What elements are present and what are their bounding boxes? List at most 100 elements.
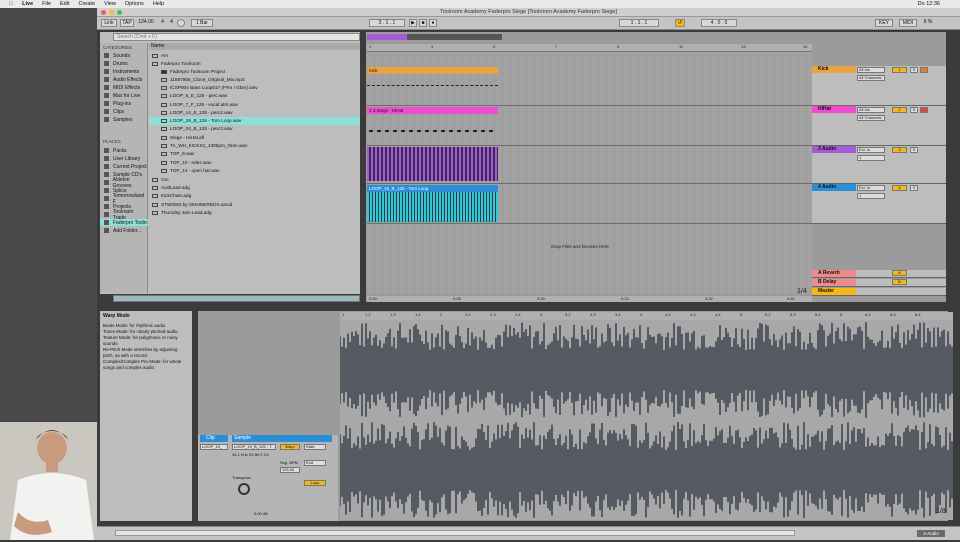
track-header-4-audio[interactable]: 4 Audio Ext. In 1 4 S xyxy=(812,184,946,224)
sample-panel-title[interactable]: Sample xyxy=(232,435,332,442)
browser-search-input[interactable]: Search (Cmd + F) xyxy=(113,33,360,41)
sidebar-item-audio-effects[interactable]: Audio Effects xyxy=(104,76,142,83)
return-track-b[interactable]: B Delay B xyxy=(812,279,946,287)
solo-button[interactable]: S xyxy=(910,67,918,73)
sidebar-item-ableton-grooves[interactable]: Ableton Grooves xyxy=(104,177,147,189)
apple-icon[interactable]:  xyxy=(9,1,13,7)
loop-length[interactable]: 4 . 0 . 0 xyxy=(701,19,737,27)
sidebar-item-drums[interactable]: Drums xyxy=(104,60,128,67)
list-item[interactable]: Faderpro Toolroom xyxy=(149,60,360,68)
track-title[interactable]: 3 Audio xyxy=(812,146,856,153)
list-item[interactable]: LOOP_14_E_125 - perc2.wav xyxy=(149,109,360,117)
loop-button[interactable]: Loop xyxy=(304,480,326,486)
sidebar-item-max-for-live[interactable]: Max for Live xyxy=(104,92,140,99)
track-title[interactable]: 4 Audio xyxy=(812,184,856,191)
track-activator[interactable]: 3 xyxy=(892,147,907,153)
solo-button[interactable]: S xyxy=(910,185,918,191)
sidebar-item-faderpro-toolroom[interactable]: Faderpro Toolrc xyxy=(100,219,148,226)
sidebar-item-toolroom-trade[interactable]: Toolroom Trade xyxy=(104,209,147,221)
record-button[interactable]: ● xyxy=(429,19,437,27)
track-lane-3-audio[interactable] xyxy=(367,146,812,184)
stop-button[interactable]: ■ xyxy=(419,19,427,27)
track-activator[interactable]: 2 xyxy=(892,107,907,113)
solo-button[interactable]: S xyxy=(910,147,918,153)
return-track-a[interactable]: A Reverb A xyxy=(812,270,946,278)
time-ruler[interactable]: 0:00 0:08 0:16 0:24 0:32 0:40 xyxy=(367,296,812,302)
sidebar-item-current-project[interactable]: Current Project xyxy=(104,163,147,170)
seg-bpm-field[interactable]: 125.00 xyxy=(280,467,300,473)
track-header-hihat[interactable]: HiHat All Ins All Channels 2 S xyxy=(812,106,946,146)
clip-3-audio[interactable] xyxy=(367,147,498,181)
input-channel-select[interactable]: 1 xyxy=(857,193,885,199)
track-title[interactable]: Master xyxy=(812,288,856,295)
menu-view[interactable]: View xyxy=(104,1,116,7)
input-type-select[interactable]: Ext. In xyxy=(857,147,885,153)
loop-start[interactable]: 1 . 1 . 1 xyxy=(619,19,659,27)
loop-switch-icon[interactable]: ↺ xyxy=(675,19,685,27)
transpose-knob[interactable] xyxy=(238,483,250,495)
list-item[interactable]: ICSP004 Bass Loop017 (F#m / Gbm).wav xyxy=(149,84,360,92)
metronome-icon[interactable] xyxy=(177,19,185,27)
signature-numerator[interactable]: 4 xyxy=(159,19,166,27)
clip-kick[interactable]: Kick xyxy=(367,67,498,74)
list-item[interactable]: TOP_10 - rides.wav xyxy=(149,159,360,167)
sidebar-item-midi-effects[interactable]: MIDI Effects xyxy=(104,84,140,91)
list-item[interactable]: Faderpro Toolroom Project xyxy=(149,68,360,76)
input-channel-select[interactable]: All Channels xyxy=(857,115,885,121)
list-item[interactable]: KickChain.adg xyxy=(149,192,360,200)
add-folder-button[interactable]: Add Folder... xyxy=(104,227,141,234)
track-lane-hihat[interactable]: 1 3.Siege - HiHat xyxy=(367,106,812,146)
list-item[interactable]: TA_WH_KICKS1_130bpm_Gbm.wav xyxy=(149,142,360,150)
preview-scrubber[interactable] xyxy=(113,295,360,302)
track-activator[interactable]: 1 xyxy=(892,67,907,73)
tap-button[interactable]: TAP xyxy=(120,19,134,27)
tempo-field[interactable]: 124.00 xyxy=(136,19,156,27)
list-item[interactable]: LOOP_24_B_125 - perc3.wav xyxy=(149,125,360,133)
arm-button[interactable] xyxy=(920,107,928,113)
arm-button[interactable] xyxy=(920,67,928,73)
warp-button[interactable]: Warp xyxy=(280,444,300,450)
track-activator[interactable]: A xyxy=(892,270,907,276)
list-item[interactable]: 11587955_Clone_Original_Mix.mp3 xyxy=(149,76,360,84)
clip-volume[interactable]: 0.00 dB xyxy=(254,511,268,516)
metronome-quantize[interactable]: 1 Bar xyxy=(191,19,213,27)
sidebar-item-sounds[interactable]: Sounds xyxy=(104,52,130,59)
sample-ruler[interactable]: 1 1.2 1.3 1.4 2 2.2 2.3 2.4 3 3.2 3.3 3.… xyxy=(340,312,953,320)
sidebar-item-user-library[interactable]: User Library xyxy=(104,155,140,162)
track-lane-4-audio[interactable]: LOOP_19_B_125 - Tom Loop xyxy=(367,184,812,224)
list-item[interactable]: Siege - HiHat.alf xyxy=(149,134,360,142)
input-channel-select[interactable]: 1 xyxy=(857,155,885,161)
list-item[interactable]: TOP_8.wav xyxy=(149,150,360,158)
signature-denominator[interactable]: 4 xyxy=(168,19,175,27)
clip-name-field[interactable]: LOOP_19_ xyxy=(200,444,228,450)
menu-create[interactable]: Create xyxy=(79,1,96,7)
clip-hihat[interactable]: 1 3.Siege - HiHat xyxy=(367,107,498,114)
input-channel-select[interactable]: All Channels xyxy=(857,75,885,81)
play-button[interactable]: ▶ xyxy=(409,19,417,27)
track-title[interactable]: HiHat xyxy=(812,106,856,113)
song-position[interactable]: 3 . 1 . 1 xyxy=(369,19,405,27)
midi-map-button[interactable]: MIDI xyxy=(899,19,917,27)
track-header-3-audio[interactable]: 3 Audio Ext. In 1 3 S xyxy=(812,146,946,184)
beat-ruler[interactable]: 1 3 5 7 9 11 13 15 xyxy=(367,44,812,52)
menu-options[interactable]: Options xyxy=(125,1,144,7)
track-activator[interactable]: B xyxy=(892,279,907,285)
list-item[interactable]: TOP_14 - open hat.wav xyxy=(149,167,360,175)
sidebar-item-plug-ins[interactable]: Plug-ins xyxy=(104,100,131,107)
track-activator[interactable]: 4 xyxy=(892,185,907,191)
menu-file[interactable]: File xyxy=(42,1,51,7)
track-lane-kick[interactable]: Kick xyxy=(367,66,812,106)
input-type-select[interactable]: All Ins xyxy=(857,67,885,73)
master-track[interactable]: Master xyxy=(812,288,946,296)
sample-waveform[interactable] xyxy=(339,320,953,520)
key-map-button[interactable]: KEY xyxy=(875,19,893,27)
list-item[interactable]: LOOP_7_F_125 - vocal atm.wav xyxy=(149,101,360,109)
overview-bar[interactable] xyxy=(367,34,502,40)
input-type-select[interactable]: Ext. In xyxy=(857,185,885,191)
clip-panel-title[interactable]: Clip xyxy=(200,435,228,442)
solo-button[interactable]: S xyxy=(910,107,918,113)
sidebar-item-samples[interactable]: Samples xyxy=(104,116,132,123)
sample-name-field[interactable]: LOOP_19_B_125 - T xyxy=(232,444,276,450)
menu-edit[interactable]: Edit xyxy=(60,1,69,7)
track-title[interactable]: Kick xyxy=(812,66,856,73)
